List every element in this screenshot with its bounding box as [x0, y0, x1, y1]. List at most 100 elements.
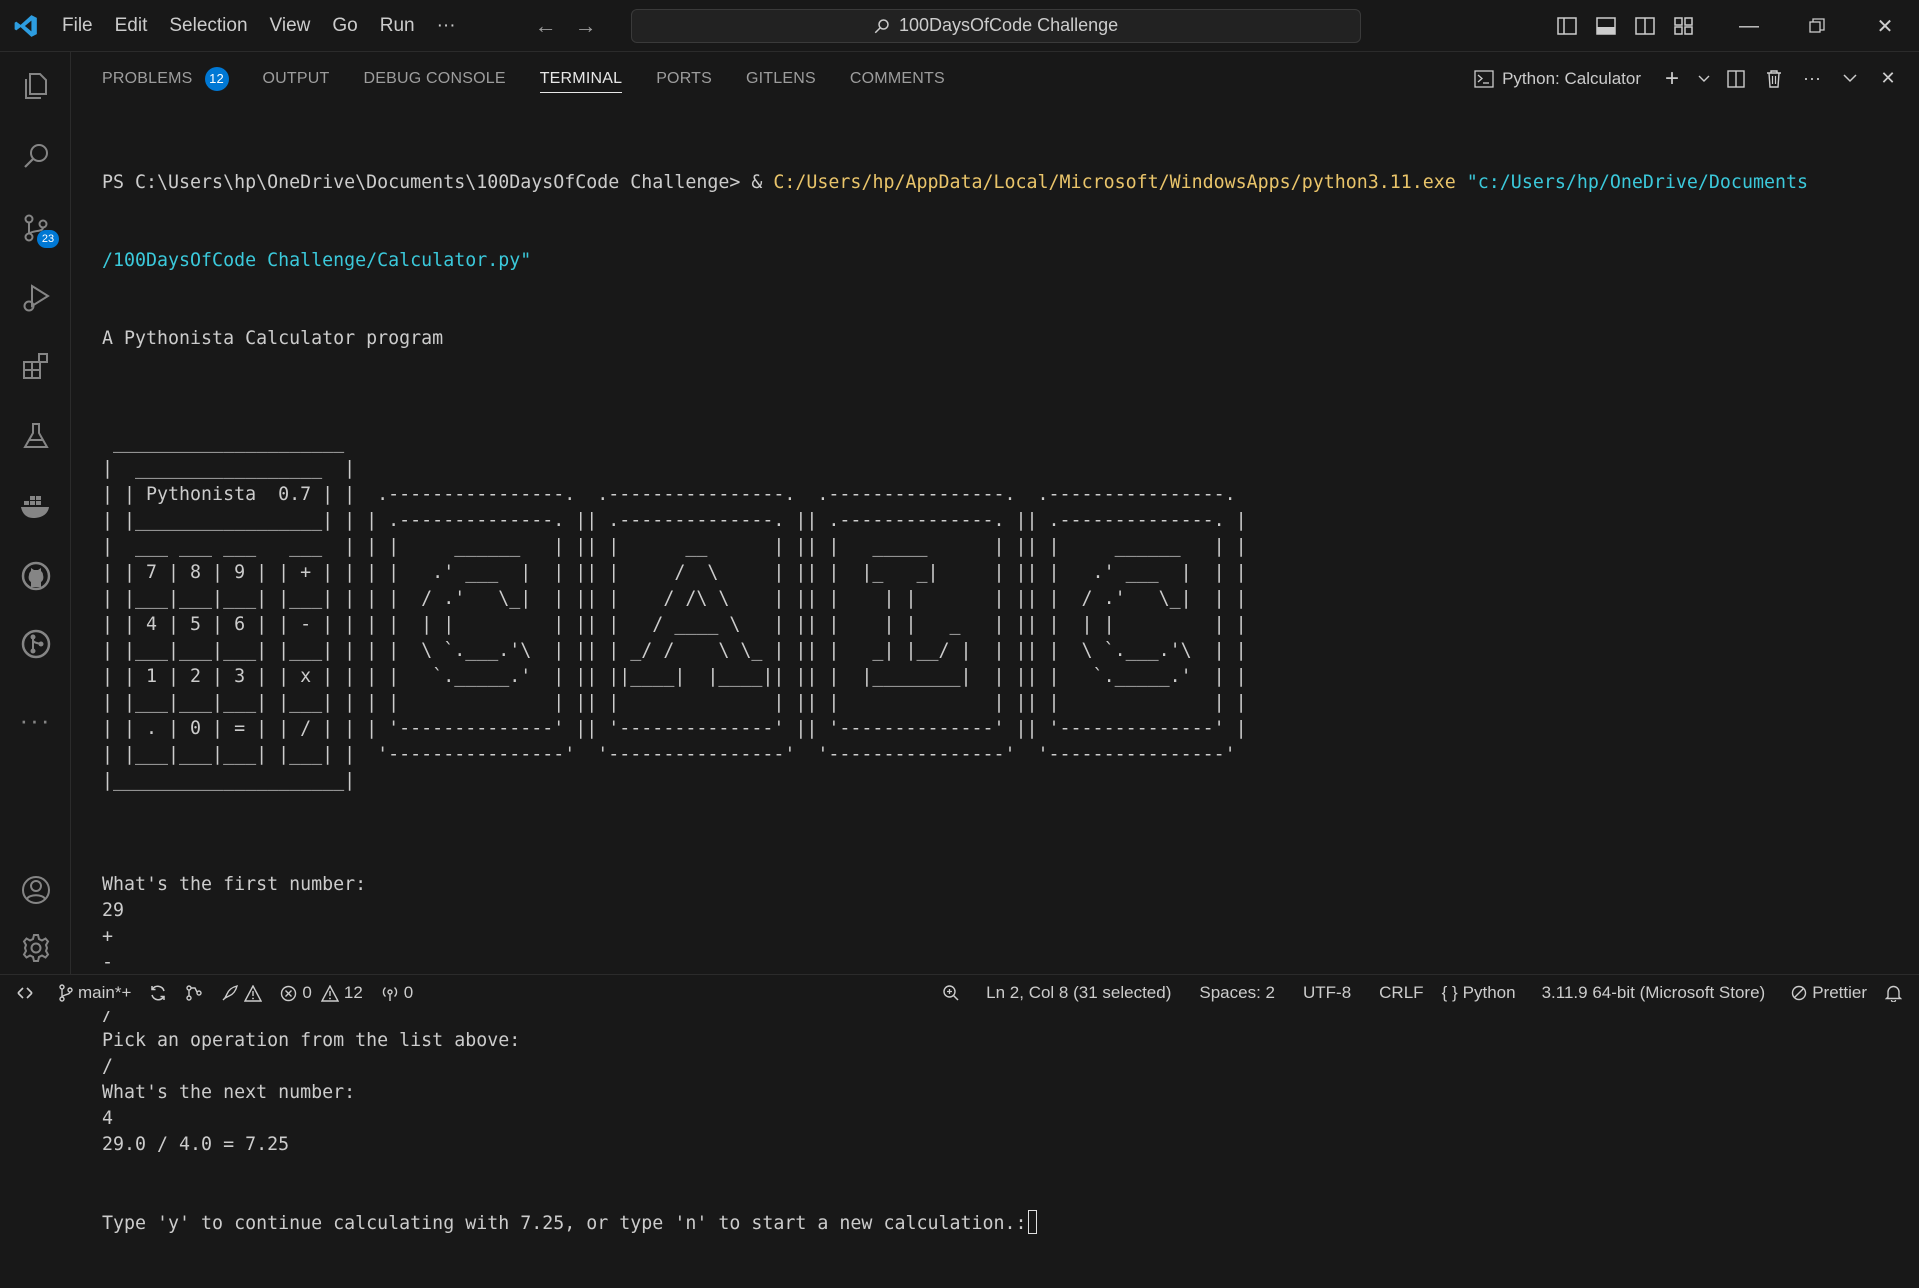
- ascii-art-line: | | . | 0 | = | | / | | | '-------------…: [102, 718, 1247, 739]
- bottom-panel: PROBLEMS 12 OUTPUT DEBUG CONSOLE TERMINA…: [71, 52, 1919, 1234]
- search-icon: [874, 18, 889, 33]
- tab-terminal[interactable]: TERMINAL: [523, 52, 640, 105]
- command-center-search[interactable]: 100DaysOfCode Challenge: [630, 8, 1361, 43]
- extensions-icon[interactable]: [0, 336, 71, 396]
- more-actions-icon[interactable]: ···: [1797, 64, 1827, 94]
- notifications-bell-icon[interactable]: [1876, 984, 1911, 1002]
- source-control-icon[interactable]: 23: [0, 198, 71, 258]
- menu-go[interactable]: Go: [321, 9, 368, 43]
- close-panel-icon[interactable]: ✕: [1873, 64, 1903, 94]
- search-icon[interactable]: [0, 126, 71, 186]
- tab-gitlens[interactable]: GITLENS: [729, 52, 833, 105]
- tab-debug-console[interactable]: DEBUG CONSOLE: [347, 52, 523, 105]
- encoding[interactable]: UTF-8: [1294, 983, 1360, 1003]
- ascii-art-line: | | 1 | 2 | 3 | | x | | | | `._____.' | …: [102, 666, 1247, 687]
- minimize-icon[interactable]: —: [1715, 0, 1783, 52]
- source-control-badge: 23: [37, 230, 59, 248]
- ascii-art-line: | | Pythonista 0.7 | | .----------------…: [102, 484, 1247, 505]
- menu-selection[interactable]: Selection: [158, 9, 258, 43]
- customize-layout-icon[interactable]: [1664, 0, 1703, 52]
- maximize-panel-chevron-icon[interactable]: [1835, 64, 1865, 94]
- cursor-position[interactable]: Ln 2, Col 8 (31 selected): [977, 983, 1180, 1003]
- remote-indicator-icon[interactable]: [0, 975, 50, 1011]
- more-icon[interactable]: ···: [0, 690, 71, 750]
- ascii-art-line: | |___|___|___| |___| | | | | || | | || …: [102, 692, 1247, 713]
- sync-icon[interactable]: [140, 984, 176, 1002]
- ascii-art-line: | ___ ___ ___ ___ | | | ______ | || | __…: [102, 536, 1247, 557]
- run-debug-icon[interactable]: [0, 268, 71, 328]
- explorer-icon[interactable]: [0, 56, 71, 116]
- ascii-art-line: | |_________________| | | .-------------…: [102, 510, 1247, 531]
- testing-icon[interactable]: [0, 406, 71, 466]
- toggle-primary-sidebar-icon[interactable]: [1547, 0, 1586, 52]
- language-mode[interactable]: { } Python: [1433, 983, 1525, 1003]
- terminal-output[interactable]: PS C:\Users\hp\OneDrive\Documents\100Day…: [102, 118, 1902, 1234]
- error-count: 0: [302, 983, 312, 1002]
- python-interpreter[interactable]: 3.11.9 64-bit (Microsoft Store): [1533, 983, 1775, 1003]
- settings-gear-icon[interactable]: [0, 918, 71, 978]
- terminal-command-line: PS C:\Users\hp\OneDrive\Documents\100Day…: [102, 172, 1808, 193]
- search-text: 100DaysOfCode Challenge: [899, 15, 1119, 35]
- launchpad-warning-indicator[interactable]: [212, 984, 271, 1002]
- problems-indicator[interactable]: 0 12: [271, 983, 371, 1003]
- terminal-selector[interactable]: Python: Calculator: [1474, 69, 1641, 89]
- menu-bar: File Edit Selection View Go Run ···: [52, 9, 467, 43]
- ascii-art-line: [102, 794, 1902, 820]
- language-label: Python: [1462, 983, 1516, 1002]
- docker-icon[interactable]: [0, 476, 71, 536]
- script-path-arg: "c:/Users/hp/OneDrive/Documents: [1455, 172, 1808, 193]
- tab-output[interactable]: OUTPUT: [246, 52, 347, 105]
- status-bar-right: Ln 2, Col 8 (31 selected) Spaces: 2 UTF-…: [933, 975, 1911, 1011]
- script-path-continuation: /100DaysOfCode Challenge/Calculator.py": [102, 250, 532, 271]
- close-icon[interactable]: ✕: [1851, 0, 1919, 52]
- new-terminal-plus-icon[interactable]: +: [1657, 64, 1687, 94]
- github-icon[interactable]: [0, 546, 71, 606]
- gitlens-graph-icon[interactable]: [176, 984, 212, 1002]
- navigation-arrows: ← →: [535, 13, 597, 39]
- title-bar: File Edit Selection View Go Run ··· ← → …: [0, 0, 1919, 52]
- branch-indicator[interactable]: main*+: [50, 983, 140, 1003]
- program-banner: A Pythonista Calculator program: [102, 328, 444, 349]
- zoom-icon[interactable]: [933, 984, 969, 1002]
- back-arrow-icon[interactable]: ←: [535, 13, 557, 39]
- terminal-cursor: [1027, 1210, 1037, 1234]
- trash-icon[interactable]: [1759, 64, 1789, 94]
- problems-count-badge: 12: [204, 66, 229, 91]
- terminal-output-line: What's the next number:: [102, 1082, 356, 1103]
- terminal-output-line: /: [102, 1056, 114, 1077]
- indentation[interactable]: Spaces: 2: [1190, 983, 1284, 1003]
- forward-arrow-icon[interactable]: →: [575, 13, 597, 39]
- tab-ports[interactable]: PORTS: [639, 52, 729, 105]
- menu-view[interactable]: View: [259, 9, 322, 43]
- ascii-art-line: |_____________________|: [102, 770, 356, 791]
- restore-icon[interactable]: [1783, 0, 1851, 52]
- broadcast-icon: [382, 986, 397, 1001]
- activity-bar: 23 ···: [0, 52, 71, 974]
- terminal-output-line: -: [102, 952, 114, 973]
- ascii-art-line: | | 4 | 5 | 6 | | - | | | | | | | || | /…: [102, 614, 1247, 635]
- continue-prompt-line: Type 'y' to continue calculating with 7.…: [102, 1210, 1902, 1236]
- menu-run[interactable]: Run: [369, 9, 426, 43]
- prettier-status[interactable]: Prettier: [1782, 983, 1876, 1003]
- toggle-panel-icon[interactable]: [1586, 0, 1625, 52]
- menu-more[interactable]: ···: [426, 9, 467, 43]
- split-terminal-icon[interactable]: [1721, 64, 1751, 94]
- toggle-secondary-sidebar-icon[interactable]: [1625, 0, 1664, 52]
- ports-indicator[interactable]: 0: [372, 983, 422, 1003]
- accounts-icon[interactable]: [0, 860, 71, 920]
- tab-problems[interactable]: PROBLEMS 12: [71, 52, 246, 105]
- warning-icon: [320, 984, 339, 1002]
- chevron-down-icon[interactable]: [1695, 64, 1713, 94]
- menu-edit[interactable]: Edit: [104, 9, 159, 43]
- terminal-output-line: 4: [102, 1108, 114, 1129]
- ascii-art-line: [102, 404, 1902, 430]
- git-branch-icon: [59, 984, 73, 1002]
- menu-file[interactable]: File: [52, 9, 104, 43]
- window-controls: — ✕: [1547, 0, 1919, 52]
- ascii-art-line: | | 7 | 8 | 9 | | + | | | | .' ___ | | |…: [102, 562, 1247, 583]
- error-icon: [281, 985, 297, 1001]
- terminal-name: Python: Calculator: [1502, 68, 1641, 88]
- end-of-line[interactable]: CRLF: [1370, 983, 1432, 1003]
- tab-comments[interactable]: COMMENTS: [833, 52, 962, 105]
- gitlens-icon[interactable]: [0, 614, 71, 674]
